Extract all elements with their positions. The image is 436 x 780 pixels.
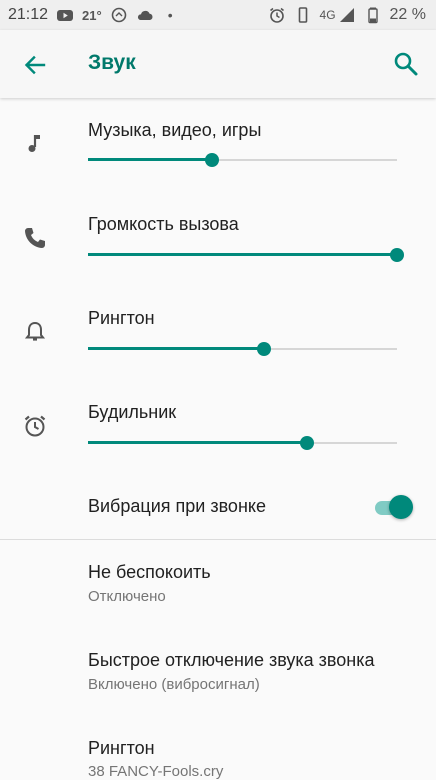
media-volume-slider[interactable] [88, 150, 397, 170]
call-volume-slider[interactable] [88, 245, 404, 265]
slider-fill [88, 253, 397, 256]
app-toolbar: Звук [0, 30, 436, 98]
ringtone-volume-slider[interactable] [88, 339, 397, 359]
status-bar-left: 21:12 21° • [8, 6, 173, 24]
status-network: 4G [319, 8, 336, 22]
phone-icon [22, 225, 48, 251]
setting-title: Быстрое отключение звука звонка [88, 650, 375, 670]
slider-fill [88, 158, 212, 161]
alarm-volume-label: Будильник [88, 402, 177, 422]
setting-summary: Отключено [88, 588, 166, 605]
cloud-icon [136, 6, 154, 24]
slider-fill [88, 347, 264, 350]
slider-thumb[interactable] [257, 342, 271, 356]
signal-icon [338, 6, 356, 24]
alarm-status-icon [268, 6, 286, 24]
setting-summary: Включено (вибросигнал) [88, 676, 260, 693]
battery-icon [364, 6, 382, 24]
alarm-volume-slider[interactable] [88, 433, 397, 453]
slider-thumb[interactable] [205, 153, 219, 167]
bell-icon [22, 319, 48, 345]
alarm-clock-icon [22, 413, 48, 439]
setting-title: Рингтон [88, 738, 155, 758]
call-volume-label: Громкость вызова [88, 214, 239, 234]
search-icon[interactable] [392, 50, 420, 78]
toggle-knob [389, 495, 413, 519]
setting-title: Не беспокоить [88, 562, 211, 582]
status-bar: 21:12 21° • 4G 22 % [0, 0, 436, 30]
slider-thumb[interactable] [390, 248, 404, 262]
slider-thumb[interactable] [300, 436, 314, 450]
slider-fill [88, 441, 307, 444]
status-bar-right: 4G 22 % [268, 6, 426, 24]
status-temperature: 21° [82, 7, 102, 23]
vibrate-label: Вибрация при звонке [88, 496, 266, 516]
chat-icon [110, 6, 128, 24]
media-volume-label: Музыка, видео, игры [88, 120, 262, 140]
back-arrow-icon[interactable] [22, 52, 48, 78]
ringtone-volume-label: Рингтон [88, 308, 155, 328]
page-title: Звук [88, 51, 136, 74]
section-divider [0, 539, 436, 540]
setting-summary: 38 FANCY-Fools.cry [88, 763, 224, 780]
status-dot: • [167, 7, 173, 23]
music-note-icon [22, 131, 48, 157]
vibrate-toggle[interactable] [375, 494, 413, 520]
status-battery: 22 % [389, 6, 426, 23]
status-time: 21:12 [8, 6, 49, 23]
vibrate-status-icon [294, 6, 312, 24]
youtube-icon [56, 6, 74, 24]
